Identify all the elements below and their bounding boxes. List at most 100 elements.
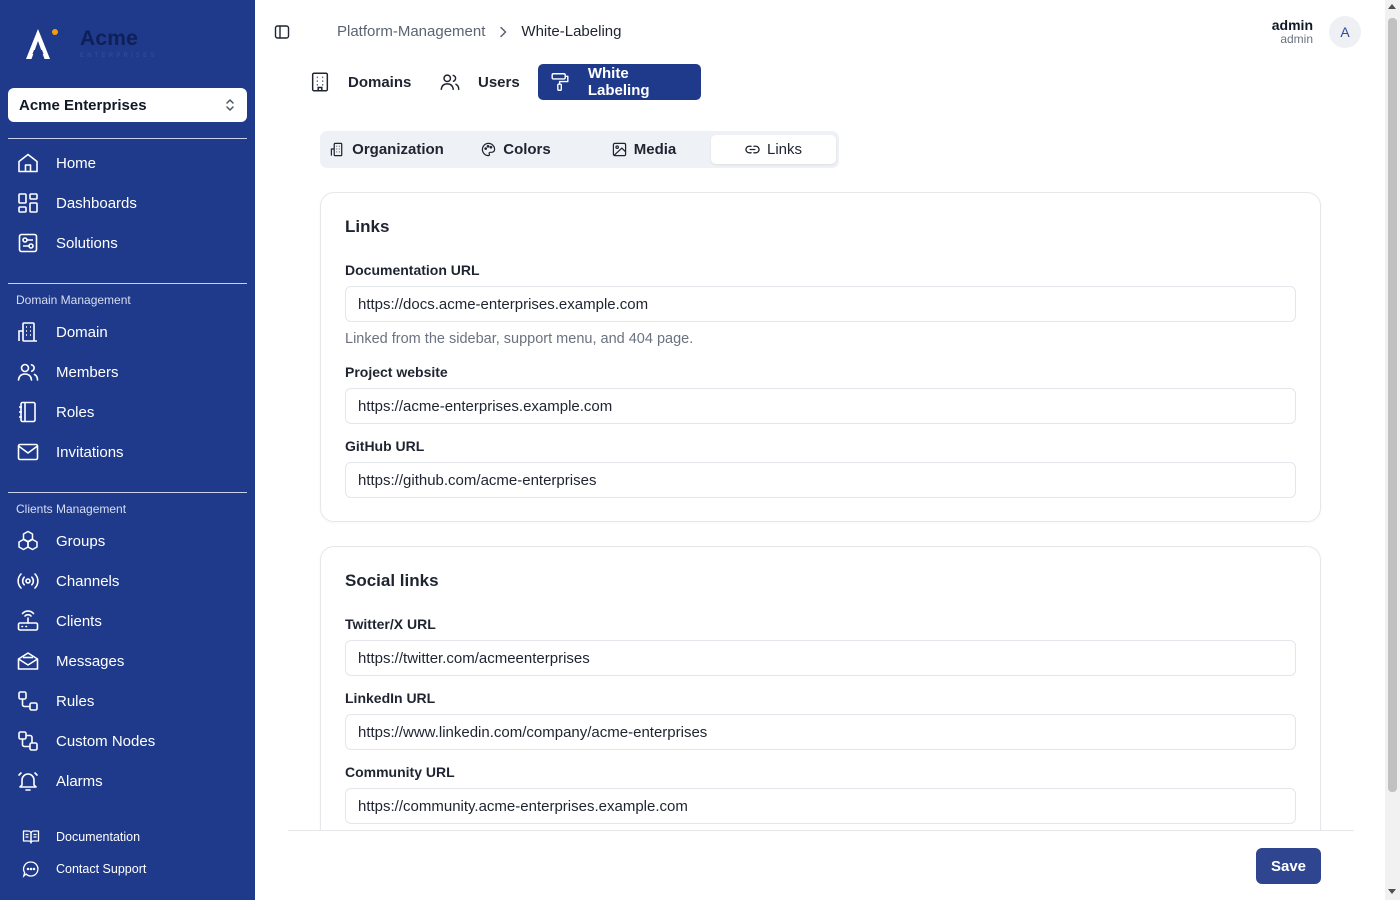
sidebar-item-documentation[interactable]: Documentation bbox=[22, 828, 140, 846]
solutions-icon bbox=[18, 233, 38, 253]
sidebar-item-channels[interactable]: Channels bbox=[16, 568, 119, 594]
subtab-media[interactable]: Media bbox=[582, 135, 706, 164]
sidebar-item-home[interactable]: Home bbox=[16, 150, 96, 176]
twitter-url-label: Twitter/X URL bbox=[345, 616, 436, 632]
workflow-icon bbox=[18, 691, 38, 711]
org-selector-value: Acme Enterprises bbox=[19, 96, 147, 114]
documentation-url-help: Linked from the sidebar, support menu, a… bbox=[345, 331, 694, 347]
chevron-right-icon bbox=[500, 26, 507, 37]
scroll-down-arrow-icon[interactable] bbox=[1388, 889, 1396, 894]
sidebar-item-label: Rules bbox=[56, 692, 95, 710]
chat-icon bbox=[22, 861, 39, 878]
scroll-up-arrow-icon[interactable] bbox=[1388, 4, 1396, 9]
sidebar-item-label: Members bbox=[56, 363, 119, 381]
github-url-input[interactable] bbox=[345, 462, 1296, 498]
community-url-input[interactable] bbox=[345, 788, 1296, 824]
tab-white-labeling[interactable]: White Labeling bbox=[538, 64, 701, 100]
sidebar-item-messages[interactable]: Messages bbox=[16, 648, 124, 674]
sidebar-item-groups[interactable]: Groups bbox=[16, 528, 105, 554]
sidebar-item-contact-support[interactable]: Contact Support bbox=[22, 860, 146, 878]
sidebar-item-clients[interactable]: Clients bbox=[16, 608, 102, 634]
sidebar-item-invitations[interactable]: Invitations bbox=[16, 439, 124, 465]
links-card: Links Documentation URL Linked from the … bbox=[320, 192, 1321, 522]
sidebar-divider bbox=[8, 492, 247, 493]
subtab-label: Organization bbox=[352, 141, 444, 158]
scrollbar-thumb[interactable] bbox=[1388, 18, 1397, 792]
subtab-label: Colors bbox=[503, 141, 551, 158]
subtab-organization[interactable]: Organization bbox=[324, 135, 450, 164]
sidebar-item-alarms[interactable]: Alarms bbox=[16, 768, 103, 794]
breadcrumb-platform-management[interactable]: Platform-Management bbox=[337, 23, 485, 40]
building-icon bbox=[330, 142, 343, 157]
sidebar: Acme ENTERPRISES Acme Enterprises Home D… bbox=[0, 0, 255, 900]
breadcrumb-white-labeling: White-Labeling bbox=[521, 23, 622, 40]
toggle-sidebar-icon[interactable] bbox=[274, 24, 290, 40]
book-icon bbox=[22, 830, 40, 844]
mail-open-icon bbox=[17, 652, 39, 670]
sidebar-item-label: Custom Nodes bbox=[56, 732, 156, 750]
tab-users[interactable]: Users bbox=[439, 64, 520, 100]
building-icon bbox=[311, 72, 329, 92]
documentation-url-input[interactable] bbox=[345, 286, 1296, 322]
sidebar-item-label: Home bbox=[56, 154, 97, 172]
org-selector[interactable]: Acme Enterprises bbox=[8, 88, 247, 122]
card-title: Social links bbox=[345, 571, 439, 590]
subtab-links[interactable]: Links bbox=[711, 135, 836, 164]
home-icon bbox=[18, 153, 38, 173]
sidebar-item-custom-nodes[interactable]: Custom Nodes bbox=[16, 728, 155, 754]
page-scrollbar[interactable] bbox=[1385, 0, 1400, 900]
sub-tabs: Organization Colors Media Links bbox=[320, 131, 839, 168]
sidebar-item-roles[interactable]: Roles bbox=[16, 399, 94, 425]
user-role: admin bbox=[1280, 32, 1313, 46]
brand-tagline: ENTERPRISES bbox=[80, 53, 158, 59]
project-website-input[interactable] bbox=[345, 388, 1296, 424]
chevrons-up-down-icon bbox=[226, 99, 234, 111]
linkedin-url-input[interactable] bbox=[345, 714, 1296, 750]
sidebar-item-label: Channels bbox=[56, 572, 120, 590]
footer-divider bbox=[288, 830, 1354, 831]
sidebar-item-rules[interactable]: Rules bbox=[16, 688, 94, 714]
subtab-label: Links bbox=[766, 141, 803, 158]
avatar[interactable]: A bbox=[1329, 16, 1361, 48]
palette-icon bbox=[482, 142, 496, 157]
user-name: admin bbox=[1271, 17, 1313, 33]
sidebar-divider bbox=[8, 138, 247, 139]
sidebar-item-members[interactable]: Members bbox=[16, 359, 119, 385]
sidebar-item-label: Invitations bbox=[56, 443, 124, 461]
tab-label: Users bbox=[478, 73, 520, 91]
sidebar-item-label: Roles bbox=[56, 403, 95, 421]
paint-roller-icon bbox=[551, 73, 569, 91]
sidebar-item-solutions[interactable]: Solutions bbox=[16, 230, 118, 256]
sidebar-item-label: Domain bbox=[56, 323, 108, 341]
community-url-label: Community URL bbox=[345, 764, 455, 780]
brand-logo[interactable]: Acme ENTERPRISES bbox=[24, 26, 158, 66]
sidebar-divider bbox=[8, 283, 247, 284]
tab-domains[interactable]: Domains bbox=[309, 64, 411, 100]
router-icon bbox=[17, 610, 39, 631]
project-website-label: Project website bbox=[345, 364, 448, 380]
image-icon bbox=[612, 142, 626, 157]
user-menu[interactable]: admin admin bbox=[1271, 17, 1313, 46]
save-button[interactable]: Save bbox=[1256, 848, 1321, 884]
subtab-label: Media bbox=[633, 141, 677, 158]
custom-nodes-icon bbox=[18, 731, 38, 751]
sidebar-item-domain[interactable]: Domain bbox=[16, 319, 108, 345]
brand-name: Acme bbox=[80, 27, 138, 50]
section-title-domain-management: Domain Management bbox=[16, 293, 131, 307]
sidebar-item-label: Documentation bbox=[56, 830, 141, 844]
card-title: Links bbox=[345, 217, 390, 236]
tab-label: White Labeling bbox=[587, 65, 650, 99]
sidebar-item-label: Messages bbox=[56, 652, 125, 670]
boxes-icon bbox=[18, 530, 38, 551]
breadcrumb: Platform-Management White-Labeling bbox=[337, 23, 621, 40]
section-title-clients-management: Clients Management bbox=[16, 502, 127, 516]
notebook-icon bbox=[19, 401, 36, 423]
social-links-card: Social links Twitter/X URL LinkedIn URL … bbox=[320, 546, 1321, 830]
twitter-url-input[interactable] bbox=[345, 640, 1296, 676]
github-url-label: GitHub URL bbox=[345, 438, 425, 454]
subtab-colors[interactable]: Colors bbox=[454, 135, 578, 164]
sidebar-item-dashboards[interactable]: Dashboards bbox=[16, 190, 137, 216]
sidebar-item-label: Alarms bbox=[56, 772, 103, 790]
mail-icon bbox=[17, 443, 39, 461]
sidebar-item-label: Dashboards bbox=[56, 194, 137, 212]
